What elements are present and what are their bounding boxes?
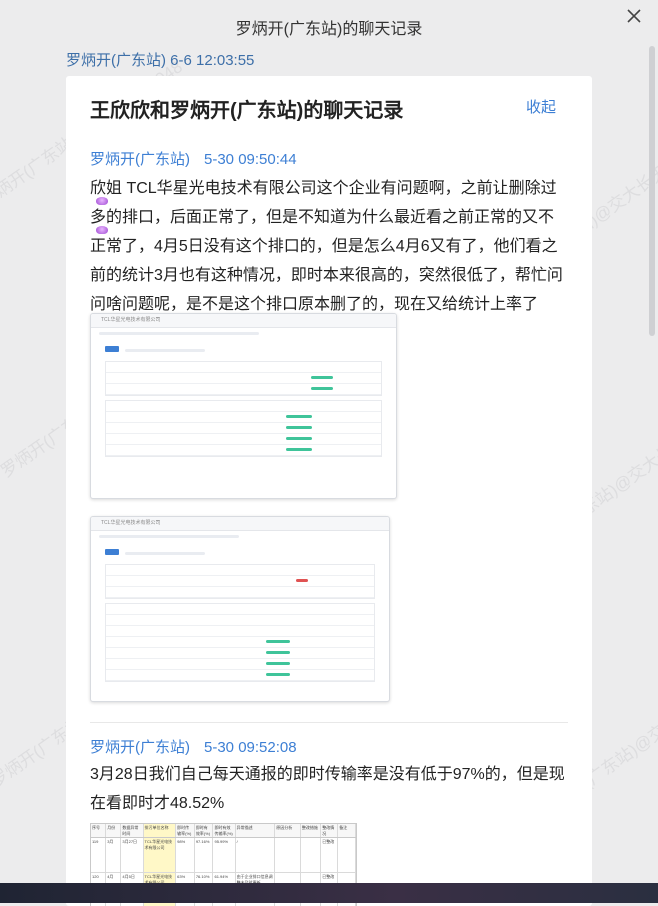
sheet-cell: 95.99% — [213, 838, 236, 872]
message-time: 5-30 09:52:08 — [204, 739, 297, 756]
sheet-cell: 排污单位名称 — [143, 824, 177, 837]
message-divider — [90, 722, 568, 723]
sheet-cell: 原因分析 — [275, 824, 301, 837]
sheet-cell — [301, 838, 322, 872]
sheet-cell: 97.16% — [195, 838, 214, 872]
chat-record-card: 王欣欣和罗炳开(广东站)的聊天记录 收起 罗炳开(广东站) 5-30 09:50:… — [66, 76, 592, 906]
sheet-cell: 即时有效率(%) — [195, 824, 214, 837]
sender-name[interactable]: 罗炳开(广东站) — [90, 151, 190, 168]
sheet-cell: 整改情况 — [321, 824, 339, 837]
close-icon[interactable] — [624, 6, 644, 26]
sheet-cell: 即时有效传输率(%) — [213, 824, 236, 837]
sheet-cell: / — [236, 838, 276, 872]
message-header: 罗炳开(广东站) 5-30 09:52:08 — [90, 736, 297, 757]
sheet-header-row: 序号 月份 数据异常时间 排污单位名称 即时传输率(%) 即时有效率(%) 即时有效传输率(… — [91, 824, 357, 838]
sheet-cell: 备注 — [338, 824, 357, 837]
sheet-cell: 119 — [91, 838, 107, 872]
scrollbar[interactable] — [649, 46, 655, 336]
gem-emoji-icon — [96, 226, 108, 234]
title-bar: 罗炳开(广东站)的聊天记录 — [0, 0, 658, 46]
sheet-cell: 月份 — [106, 824, 122, 837]
record-title: 王欣欣和罗炳开(广东站)的聊天记录 — [90, 100, 404, 122]
image-header: TCL华星光电技术有限公司 — [91, 517, 389, 531]
sheet-row: 119 3月 3月27日 TCL华星光电技术有限公司 98% 97.16% 95.99% / 已… — [91, 838, 357, 873]
sheet-cell — [275, 838, 301, 872]
sheet-cell: 即时传输率(%) — [176, 824, 195, 837]
image-table — [105, 361, 382, 396]
sender-name[interactable]: 罗炳开(广东站) — [90, 739, 190, 756]
image-table — [105, 400, 382, 457]
image-table — [105, 603, 375, 682]
sheet-cell — [338, 838, 357, 872]
image-table — [105, 564, 375, 599]
sheet-cell: 异常描述 — [236, 824, 276, 837]
message-time: 5-30 09:50:44 — [204, 151, 297, 168]
sheet-cell: 数据异常时间 — [121, 824, 144, 837]
image-header: TCL华星光电技术有限公司 — [91, 314, 396, 328]
record-sub-label: 罗炳开(广东站) 6-6 12:03:55 — [66, 52, 255, 69]
message-header: 罗炳开(广东站) 5-30 09:50:44 — [90, 148, 297, 169]
message-text: 3月28日我们自己每天通报的即时传输率是没有低于97%的，但是现在看即时才48.… — [90, 766, 565, 812]
sheet-cell: 整改措施 — [301, 824, 322, 837]
sheet-cell: 序号 — [91, 824, 107, 837]
sheet-cell: TCL华星光电技术有限公司 — [143, 838, 177, 872]
gem-emoji-icon — [96, 197, 108, 205]
sheet-cell: 3月 — [106, 838, 122, 872]
sheet-cell: 已整改 — [321, 838, 339, 872]
attachment-image[interactable]: TCL华星光电技术有限公司 — [90, 516, 390, 702]
taskbar — [0, 883, 658, 903]
window-title: 罗炳开(广东站)的聊天记录 — [235, 21, 423, 38]
sheet-cell: 3月27日 — [121, 838, 144, 872]
attachment-image[interactable]: TCL华星光电技术有限公司 — [90, 313, 397, 499]
sheet-cell: 98% — [176, 838, 195, 872]
message-text: 欣姐 TCL华星光电技术有限公司这个企业有问题啊，之前让删除过多的排口，后面正常… — [90, 180, 563, 313]
collapse-button[interactable]: 收起 — [526, 96, 556, 117]
